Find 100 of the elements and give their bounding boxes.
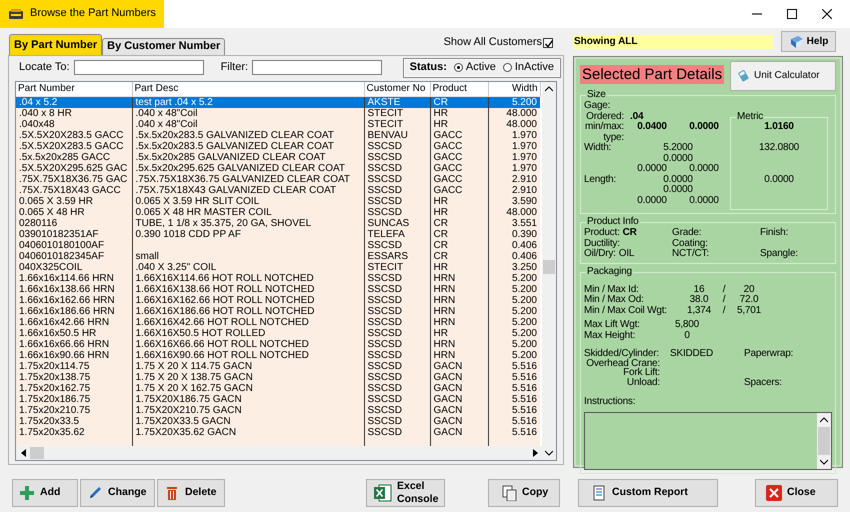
table-cell: GACN bbox=[434, 426, 462, 438]
column-header[interactable]: Width bbox=[488, 82, 540, 96]
table-cell: 2.910 bbox=[512, 184, 537, 196]
field-value: OIL bbox=[618, 249, 634, 260]
table-row[interactable]: .5X.5X20X295.625 GAC .5x.5x20x295.625 GALVANIZED CLEAR COAT SSCSD GACC 1.970 bbox=[16, 162, 540, 174]
table-row[interactable]: 1.75x20x210.75 1.75X20X210.75 GACN SSCSD GACN 5.516 bbox=[16, 404, 540, 416]
table-row[interactable]: 0.065 X 3.59 HR 0.065 X 3.59 HR SLIT COIL SSCSD HR 3.590 bbox=[16, 196, 540, 206]
table-cell: GACC bbox=[434, 152, 462, 162]
metric-value: 1.0160 bbox=[764, 122, 794, 132]
table-row[interactable]: 1.66x16x162.66 HRN 1.66X16X162.66 HOT ROLL NOTCHED SSCSD HRN 5.200 bbox=[16, 294, 540, 306]
column-header[interactable]: Product bbox=[430, 82, 488, 96]
table-row[interactable]: 1.75x20x33.5 1.75X20X33.5 GACN SSCSD GACN 5.516 bbox=[16, 416, 540, 426]
table-row[interactable]: .040 x 8 HR .040 x 48"Coil STECIT HR 48.000 bbox=[16, 108, 540, 118]
separator-text: / bbox=[722, 284, 726, 294]
field-value: 5.2000 bbox=[662, 143, 694, 154]
field-label: Min / Max Od: bbox=[584, 295, 645, 306]
metric-value: 132.0800 bbox=[758, 143, 800, 154]
table-row[interactable]: 1.66x16x42.66 HRN 1.66X16X42.66 HOT ROLL NOTCHED SSCSD HRN 5.200 bbox=[16, 316, 540, 328]
table-row[interactable]: 040X325COIL .040 X 3.25" COIL STECIT HR 3.250 bbox=[16, 262, 540, 272]
action-button[interactable]: Add bbox=[12, 478, 78, 506]
table-cell: 0406010180100AF bbox=[19, 240, 104, 250]
column-header[interactable]: Customer No bbox=[364, 82, 430, 96]
table-row[interactable]: .75X.75X18X43 GACC .75X.75X18X43 GALVANIZED CLEAR COAT SSCSD GACC 2.910 bbox=[16, 184, 540, 196]
table-cell: 1.75x20x162.75 bbox=[19, 382, 90, 394]
window-title: Browse the Part Numbers bbox=[30, 7, 156, 21]
table-row[interactable]: .04 x 5.2 test part .04 x 5.2 AKSTE CR 5.200 bbox=[16, 96, 540, 108]
field-label: Spangle: bbox=[760, 249, 798, 260]
table-row[interactable]: 1.75x20x35.62 1.75X20X35.62 GACN SSCSD GACN 5.516 bbox=[16, 426, 540, 438]
table-cell: 1.66X16X42.66 HOT ROLL NOTCHED bbox=[136, 316, 309, 328]
field-value: CR bbox=[622, 228, 637, 238]
table-cell: SSCSD bbox=[368, 382, 402, 394]
table-cell: TUBE, 1 1/8 x 35.375, 20 GA, SHOVEL bbox=[136, 218, 312, 228]
table-row[interactable]: 0406010180100AF SSCSD CR 0.406 bbox=[16, 240, 540, 250]
table-cell: SSCSD bbox=[368, 416, 402, 426]
table-cell: SSCSD bbox=[368, 272, 402, 284]
action-button[interactable]: Close bbox=[755, 478, 838, 506]
column-header[interactable]: Part Number bbox=[16, 82, 132, 96]
table-cell: 5.516 bbox=[512, 404, 537, 416]
table-row[interactable]: 1.66x16x114.66 HRN 1.66X16X114.66 HOT ROLL NOTCHED SSCSD HRN 5.200 bbox=[16, 272, 540, 284]
table-row[interactable]: 039010182351AF 0.390 1018 CDD PP AF TELEFA CR 0.390 bbox=[16, 228, 540, 240]
help-button[interactable]: Help bbox=[781, 31, 836, 52]
table-cell: SUNCAS bbox=[368, 218, 410, 228]
field-label: Locate To: bbox=[19, 60, 70, 74]
action-button[interactable]: Delete bbox=[157, 478, 225, 506]
table-cell: 5.200 bbox=[512, 338, 537, 350]
action-button[interactable]: Excel Console bbox=[366, 478, 445, 506]
table-cell: 0.065 X 48 HR bbox=[19, 206, 85, 218]
field-label: Min / Max Id: bbox=[584, 284, 640, 294]
table-row[interactable]: 1.75x20x186.75 1.75X20X186.75 GACN SSCSD GACN 5.516 bbox=[16, 394, 540, 404]
radio-label[interactable]: InActive bbox=[514, 60, 554, 74]
table-cell: small bbox=[136, 250, 159, 262]
radio-label[interactable]: Active bbox=[466, 60, 496, 74]
table-cell: 48.000 bbox=[506, 108, 537, 118]
table-row[interactable]: 0.065 X 48 HR 0.065 X 48 HR MASTER COIL SSCSD HR 48.000 bbox=[16, 206, 540, 218]
table-cell: .5x.5x20x283.5 GALVANIZED CLEAR COAT bbox=[136, 130, 334, 140]
field-label: Product: bbox=[584, 228, 620, 238]
field-label: min/max: bbox=[584, 122, 625, 132]
table-cell: STECIT bbox=[368, 262, 404, 272]
field-label: Coating: bbox=[672, 238, 708, 248]
table-row[interactable]: 1.66x16x90.66 HRN 1.66X16X90.66 HOT ROLL NOTCHED SSCSD HRN 5.200 bbox=[16, 350, 540, 360]
table-cell: 1.75X20X186.75 GACN bbox=[136, 394, 242, 404]
table-cell: 48.000 bbox=[506, 118, 537, 130]
table-cell: 1.970 bbox=[512, 130, 537, 140]
table-row[interactable]: 1.75x20x138.75 1.75 X 20 X 138.75 GACN SSCSD GACN 5.516 bbox=[16, 372, 540, 382]
field-label: Fork Lift: bbox=[622, 368, 660, 378]
table-cell: 0.065 X 3.59 HR bbox=[19, 196, 93, 206]
table-row[interactable]: 1.66x16x138.66 HRN 1.66X16X138.66 HOT ROLL NOTCHED SSCSD HRN 5.200 bbox=[16, 284, 540, 294]
table-row[interactable]: 1.66x16x50.5 HR 1.66X16X50.5 HOT ROLLED SSCSD HR 5.200 bbox=[16, 328, 540, 338]
field-label: Width: bbox=[584, 143, 612, 154]
table-row[interactable]: .040x48 .040 x 48"Coil STECIT HR 48.000 bbox=[16, 118, 540, 130]
field-label: Max Lift Wgt: bbox=[584, 320, 641, 330]
table-row[interactable]: 0280116 TUBE, 1 1/8 x 35.375, 20 GA, SHOVEL SUNCAS CR 3.551 bbox=[16, 218, 540, 228]
table-cell: 3.250 bbox=[512, 262, 537, 272]
table-cell: 1.66x16x90.66 HRN bbox=[19, 350, 110, 360]
unit-calculator-button[interactable]: Unit Calculator bbox=[730, 61, 836, 91]
table-row[interactable]: 1.66x16x186.66 HRN 1.66X16X186.66 HOT ROLL NOTCHED SSCSD HRN 5.200 bbox=[16, 306, 540, 316]
tab[interactable]: By Customer Number bbox=[102, 38, 226, 55]
table-row[interactable]: .5X.5X20X283.5 GACC .5x.5x20x283.5 GALVANIZED CLEAR COAT BENVAU GACC 1.970 bbox=[16, 130, 540, 140]
table-cell: CR bbox=[434, 240, 448, 250]
field-label: Oil/Dry: bbox=[584, 249, 616, 260]
table-cell: 0.390 1018 CDD PP AF bbox=[136, 228, 241, 240]
table-cell: 5.200 bbox=[512, 272, 537, 284]
table-cell: 1.970 bbox=[512, 162, 537, 174]
table-row[interactable]: 1.75x20x114.75 1.75 X 20 X 114.75 GACN SSCSD GACN 5.516 bbox=[16, 360, 540, 372]
column-header[interactable]: Part Desc bbox=[132, 82, 364, 96]
table-row[interactable]: 1.75x20x162.75 1.75 X 20 X 162.75 GACN SSCSD GACN 5.516 bbox=[16, 382, 540, 394]
table-cell: GACN bbox=[434, 404, 462, 416]
table-row[interactable]: .75X.75X18X36.75 GAC .75X.75X18X36.75 GALVANIZED CLEAR COAT SSCSD GACC 2.910 bbox=[16, 174, 540, 184]
table-cell: 1.66x16x162.66 HRN bbox=[19, 294, 115, 306]
table-row[interactable]: .5X.5X20X283.5 GACC .5x.5x20x283.5 GALVANIZED CLEAR COAT SSCSD GACC 1.970 bbox=[16, 140, 540, 152]
field-value: 0.0000 bbox=[688, 122, 720, 132]
table-cell: 1.75 X 20 X 138.75 GACN bbox=[136, 372, 253, 382]
action-button[interactable]: Change bbox=[80, 478, 155, 506]
table-row[interactable]: 0406010182345AF small ESSARS CR 0.406 bbox=[16, 250, 540, 262]
table-row[interactable]: 1.66x16x66.66 HRN 1.66X16X66.66 HOT ROLL NOTCHED SSCSD HRN 5.200 bbox=[16, 338, 540, 350]
tab[interactable]: By Part Number bbox=[9, 34, 102, 55]
action-button[interactable]: Copy bbox=[488, 478, 560, 506]
table-row[interactable]: .5x.5x20x285 GACC .5x.5x20x285 GALVANIZED CLEAR COAT SSCSD GACC 1.970 bbox=[16, 152, 540, 162]
table-cell: 2.910 bbox=[512, 174, 537, 184]
action-button[interactable]: Custom Report bbox=[578, 478, 718, 506]
